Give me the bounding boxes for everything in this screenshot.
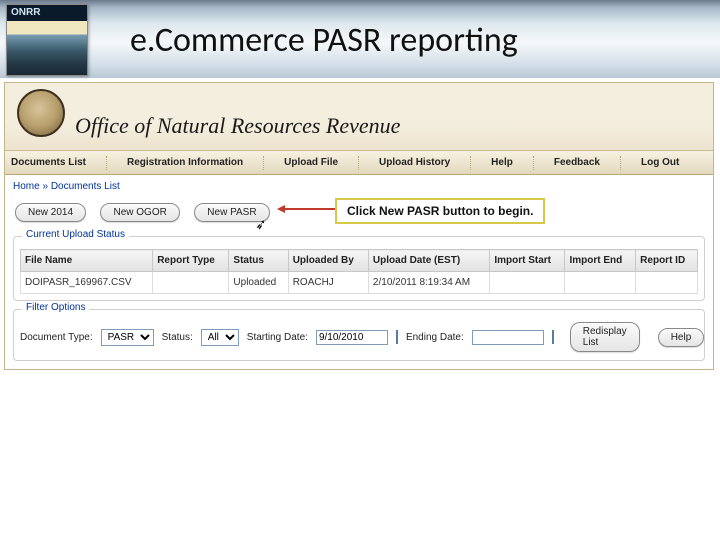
col-uploaded-by: Uploaded By [288,250,368,272]
slide-header: ONRR e.Commerce PASR reporting [0,0,720,78]
app-title: Office of Natural Resources Revenue [75,83,713,139]
menu-upload-file[interactable]: Upload File [284,157,338,168]
cell-istart [490,272,565,294]
end-date-label: Ending Date: [406,332,464,343]
app-banner: Office of Natural Resources Revenue [5,83,713,151]
menu-bar: Documents List Registration Information … [5,151,713,175]
doc-type-select[interactable]: PASR [101,329,154,346]
filter-options-title: Filter Options [22,302,89,313]
end-date-input[interactable] [472,330,544,345]
table-row[interactable]: DOIPASR_169967.CSV Uploaded ROACHJ 2/10/… [21,272,698,294]
breadcrumb-sep: » [42,181,48,192]
cell-by: ROACHJ [288,272,368,294]
col-report-id: Report ID [636,250,698,272]
start-date-label: Starting Date: [247,332,308,343]
cell-file: DOIPASR_169967.CSV [21,272,153,294]
status-select[interactable]: All [201,329,239,346]
upload-status-title: Current Upload Status [22,229,129,240]
calendar-icon[interactable] [552,330,554,344]
menu-help[interactable]: Help [491,157,513,168]
logo-label: ONRR [7,5,87,21]
col-status: Status [229,250,288,272]
onrr-logo: ONRR [6,4,88,76]
menu-logout[interactable]: Log Out [641,157,679,168]
new-2014-button[interactable]: New 2014 [15,203,86,222]
doi-seal-icon [17,89,65,137]
action-toolbar: New 2014 New OGOR New PASR ➶ Click New P… [5,198,713,232]
logo-image [7,21,87,75]
calendar-icon[interactable] [396,330,398,344]
col-report-type: Report Type [153,250,229,272]
col-import-end: Import End [565,250,636,272]
upload-status-panel: Current Upload Status File Name Report T… [13,236,705,301]
doc-type-label: Document Type: [20,332,93,343]
new-ogor-button[interactable]: New OGOR [100,203,179,222]
breadcrumb-home[interactable]: Home [13,181,40,192]
col-import-start: Import Start [490,250,565,272]
cell-type [153,272,229,294]
start-date-input[interactable] [316,330,388,345]
menu-registration-info[interactable]: Registration Information [127,157,243,168]
menu-feedback[interactable]: Feedback [554,157,600,168]
col-upload-date: Upload Date (EST) [368,250,489,272]
menu-upload-history[interactable]: Upload History [379,157,450,168]
callout-box: Click New PASR button to begin. [335,198,545,224]
app-window: Office of Natural Resources Revenue Docu… [4,82,714,370]
redisplay-list-button[interactable]: Redisplay List [570,322,640,352]
menu-documents-list[interactable]: Documents List [11,157,86,168]
breadcrumb-current: Documents List [51,181,120,192]
cell-status: Uploaded [229,272,288,294]
breadcrumb: Home » Documents List [5,175,713,198]
cell-date: 2/10/2011 8:19:34 AM [368,272,489,294]
upload-table: File Name Report Type Status Uploaded By… [20,249,698,294]
filter-options-panel: Filter Options Document Type: PASR Statu… [13,309,705,361]
slide-title: e.Commerce PASR reporting [130,20,518,61]
table-header-row: File Name Report Type Status Uploaded By… [21,250,698,272]
callout-arrow-icon [279,208,335,210]
cell-rid [636,272,698,294]
help-button[interactable]: Help [658,328,705,347]
col-file-name: File Name [21,250,153,272]
status-label: Status: [162,332,193,343]
cell-iend [565,272,636,294]
